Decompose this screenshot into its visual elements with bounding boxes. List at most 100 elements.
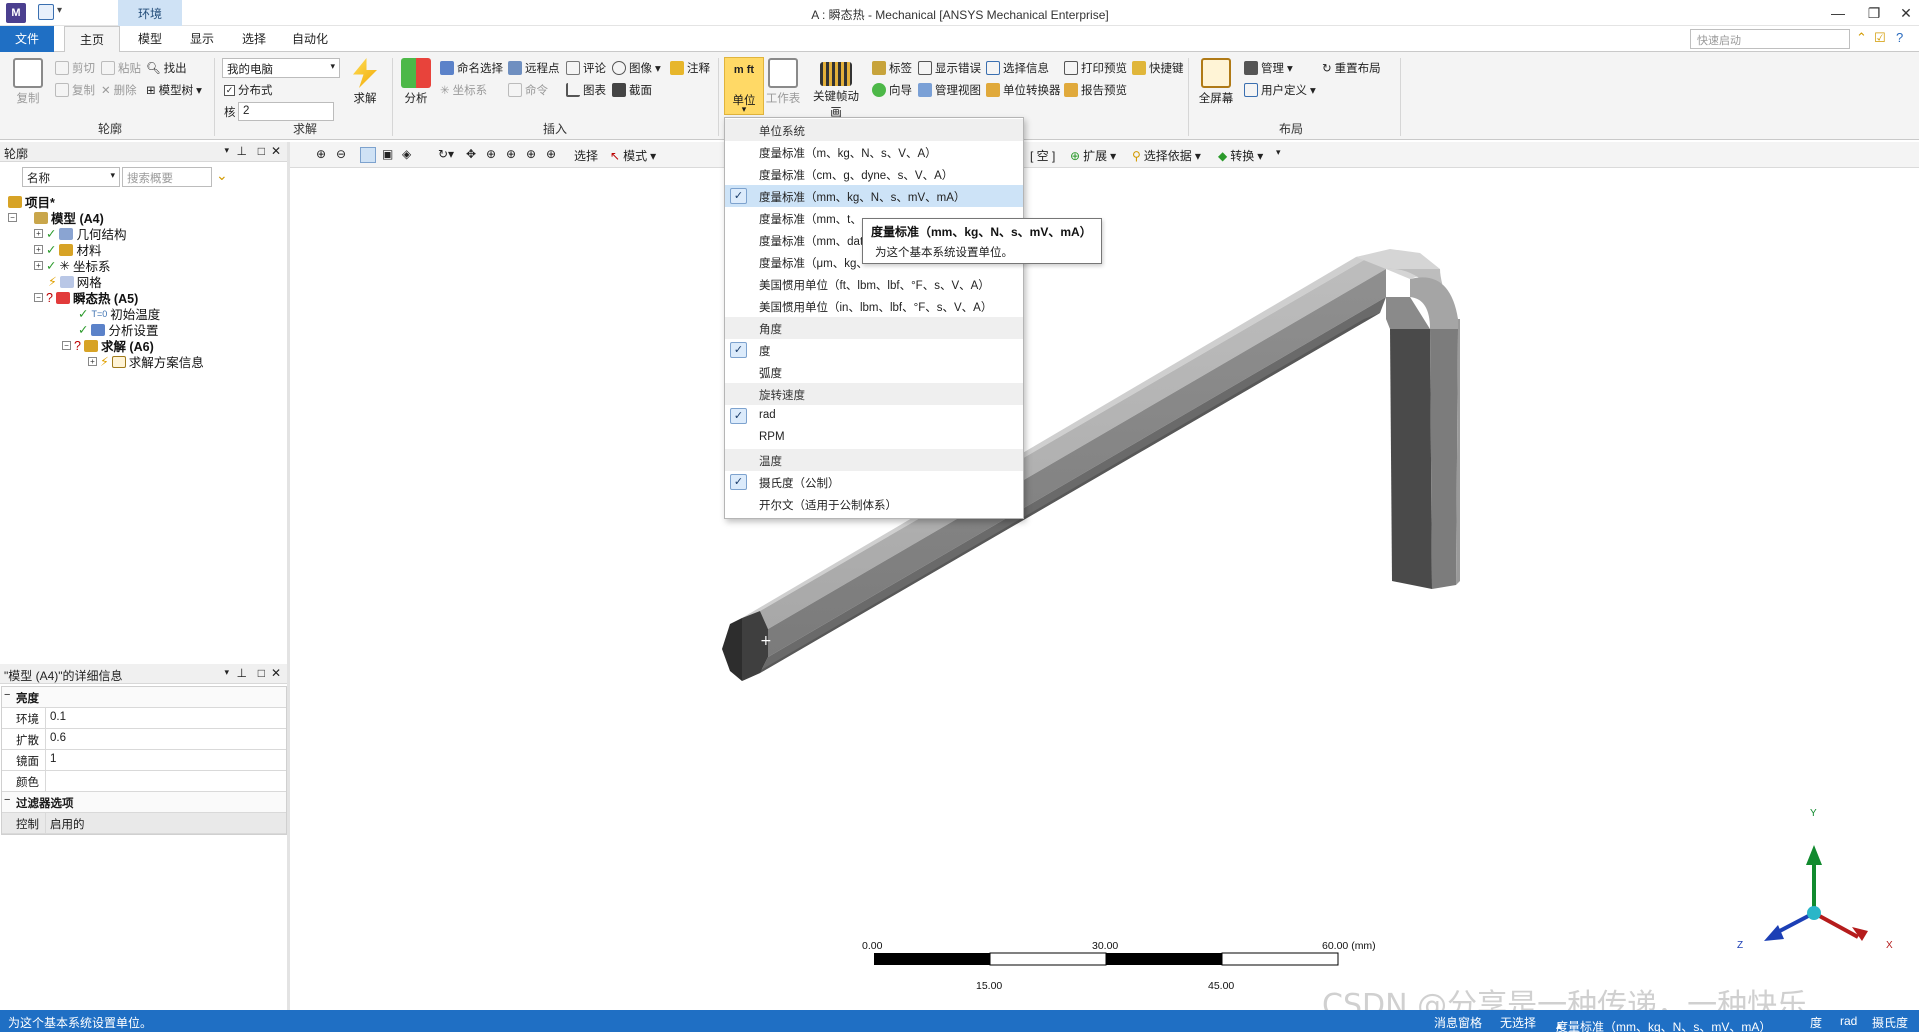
maximize-icon[interactable]: □ [258,666,265,680]
details-section-filter-options[interactable]: 过滤器选项 [2,792,286,813]
rotate-icon[interactable]: ↻▾ [438,147,454,161]
shortcuts-button[interactable]: 快捷键 [1132,60,1184,76]
panel-menu-icon[interactable]: ▾ [224,667,229,678]
toolbar-overflow-icon[interactable]: ▾ [1276,147,1281,158]
menu-item[interactable]: 开尔文（适用于公制体系） [725,493,1023,515]
duplicate-button[interactable]: 复制 [55,82,95,98]
minimize-icon[interactable]: — [1820,2,1856,24]
details-row[interactable]: 扩散 0.6 [2,729,286,750]
named-selection-button[interactable]: 命名选择 [440,60,503,76]
mode-button[interactable]: ↖ 模式 ▾ [610,147,656,164]
worksheet-button[interactable]: 工作表 [764,58,802,106]
reset-layout-button[interactable]: ↻ 重置布局 [1322,60,1381,76]
copy-big-button[interactable]: 复制 [10,58,46,106]
solve-process-select[interactable]: 我的电脑 ▾ [222,58,340,78]
tree-dropdown-button[interactable]: ⊞ 模型树 ▾ [146,82,202,98]
menu-item[interactable]: 度量标准（cm、g、dyne、s、V、A） [725,163,1023,185]
search-options-icon[interactable]: ⌄ [216,167,228,184]
zoom-in-icon[interactable]: ⊕ [316,147,326,161]
options-icon[interactable]: ☑ [1874,30,1886,46]
close-panel-icon[interactable]: ✕ [271,666,281,680]
user-defined-button[interactable]: 用户定义 ▾ [1244,82,1316,98]
wizard-button[interactable]: 向导 [872,82,912,98]
commands-button[interactable]: 命令 [508,82,548,98]
menu-item[interactable]: 美国惯用单位（in、lbm、lbf、°F、s、V、A） [725,295,1023,317]
pin-icon[interactable]: ⊥ [237,666,247,680]
tree-item-solution-information[interactable]: + ⚡ 求解方案信息 [88,352,204,371]
expand-icon[interactable]: + [88,357,97,366]
tab-automation[interactable]: 自动化 [280,26,340,52]
report-preview-button[interactable]: 报告预览 [1064,82,1127,98]
cores-input[interactable]: 2 [238,102,334,121]
details-row[interactable]: 环境 0.1 [2,708,286,729]
details-row[interactable]: 镜面 1 [2,750,286,771]
zoom-fit-icon[interactable]: ⊕ [526,147,536,161]
annotation-button[interactable]: 注释 [670,60,710,76]
status-message-pane[interactable]: 消息窗格 [1434,1014,1482,1031]
find-button[interactable]: 🔍︎ 找出 [146,60,187,76]
unit-converter-button[interactable]: 单位转换器 [986,82,1061,98]
tab-file[interactable]: 文件 [0,26,54,52]
image-button[interactable]: 图像 ▾ [612,60,661,76]
selection-info-button[interactable]: 选择信息 [986,60,1049,76]
box-zoom-icon[interactable]: ⊕ [506,147,516,161]
manage-layout-button[interactable]: 管理 ▾ [1244,60,1293,76]
menu-item[interactable]: ✓ 度量标准（mm、kg、N、s、mV、mA） [725,185,1023,207]
expand-icon[interactable]: + [34,245,43,254]
menu-item[interactable]: 度量标准（m、kg、N、s、V、A） [725,141,1023,163]
expand-icon[interactable]: + [34,229,43,238]
expand-button[interactable]: ⊕ 扩展 ▾ [1070,147,1116,164]
tab-selection[interactable]: 选择 [228,26,280,52]
collapse-icon[interactable]: − [8,213,17,222]
quick-access-dropdown-icon[interactable]: ▾ [57,5,62,16]
context-tab-environment[interactable]: 环境 [118,0,182,26]
pan-icon[interactable]: ✥ [466,147,476,161]
help-icon[interactable]: ? [1896,30,1903,45]
tab-display[interactable]: 显示 [176,26,228,52]
save-icon[interactable] [38,4,54,20]
tab-model[interactable]: 模型 [124,26,176,52]
section-button[interactable]: 截面 [612,82,652,98]
menu-item[interactable]: ✓ rad [725,405,1023,427]
empty-selection-button[interactable]: [ 空 ] [1030,147,1055,164]
delete-button[interactable]: ✕ 删除 [101,82,137,98]
maximize-icon[interactable]: □ [258,144,265,158]
zoom-icon[interactable]: ⊕ [486,147,496,161]
menu-item[interactable]: 美国惯用单位（ft、lbm、lbf、°F、s、V、A） [725,273,1023,295]
tags-button[interactable]: 标签 [872,60,912,76]
iso-view-icon[interactable] [360,147,376,163]
collapse-ribbon-icon[interactable]: ⌃ [1856,30,1867,46]
chart-button[interactable]: 图表 [566,82,606,98]
tab-home[interactable]: 主页 [64,26,120,53]
zoom-out-icon[interactable]: ⊖ [336,147,346,161]
coordinate-system-button[interactable]: ✳ 坐标系 [440,82,487,98]
close-window-icon[interactable]: ✕ [1888,2,1919,24]
coordinate-triad[interactable] [1764,845,1868,941]
close-panel-icon[interactable]: ✕ [271,144,281,158]
shaded-icon[interactable]: ▣ [382,147,393,161]
show-errors-button[interactable]: 显示错误 [918,60,981,76]
print-preview-button[interactable]: 打印预览 [1064,60,1127,76]
select-button[interactable]: 选择 [574,147,598,164]
panel-menu-icon[interactable]: ▾ [224,145,229,156]
menu-item[interactable]: RPM [725,427,1023,449]
restore-icon[interactable]: ❐ [1856,2,1892,24]
pin-icon[interactable]: ⊥ [237,144,247,158]
menu-item[interactable]: 弧度 [725,361,1023,383]
outline-search-input[interactable]: 搜索概要 [122,167,212,187]
collapse-icon[interactable]: − [62,341,71,350]
keyframe-animation-button[interactable]: 关键帧动画 [808,58,864,120]
manage-views-button[interactable]: 管理视图 [918,82,981,98]
paste-button[interactable]: 粘贴 [101,60,141,76]
analysis-button[interactable]: 分析 [400,58,432,106]
filter-type-select[interactable]: 名称 ▾ [22,167,120,187]
details-section-lighting[interactable]: 亮度 [2,687,286,708]
magnifier-icon[interactable]: ⊕ [546,147,556,161]
details-row[interactable]: 控制 启用的 [2,813,286,834]
fullscreen-button[interactable]: 全屏幕 [1196,58,1236,106]
select-by-button[interactable]: ⚲ 选择依据 ▾ [1132,147,1201,164]
details-row[interactable]: 颜色 [2,771,286,792]
convert-button[interactable]: ◆ 转换 ▾ [1218,147,1263,164]
graphics-viewport[interactable]: + [290,169,1919,1009]
remote-point-button[interactable]: 远程点 [508,60,560,76]
